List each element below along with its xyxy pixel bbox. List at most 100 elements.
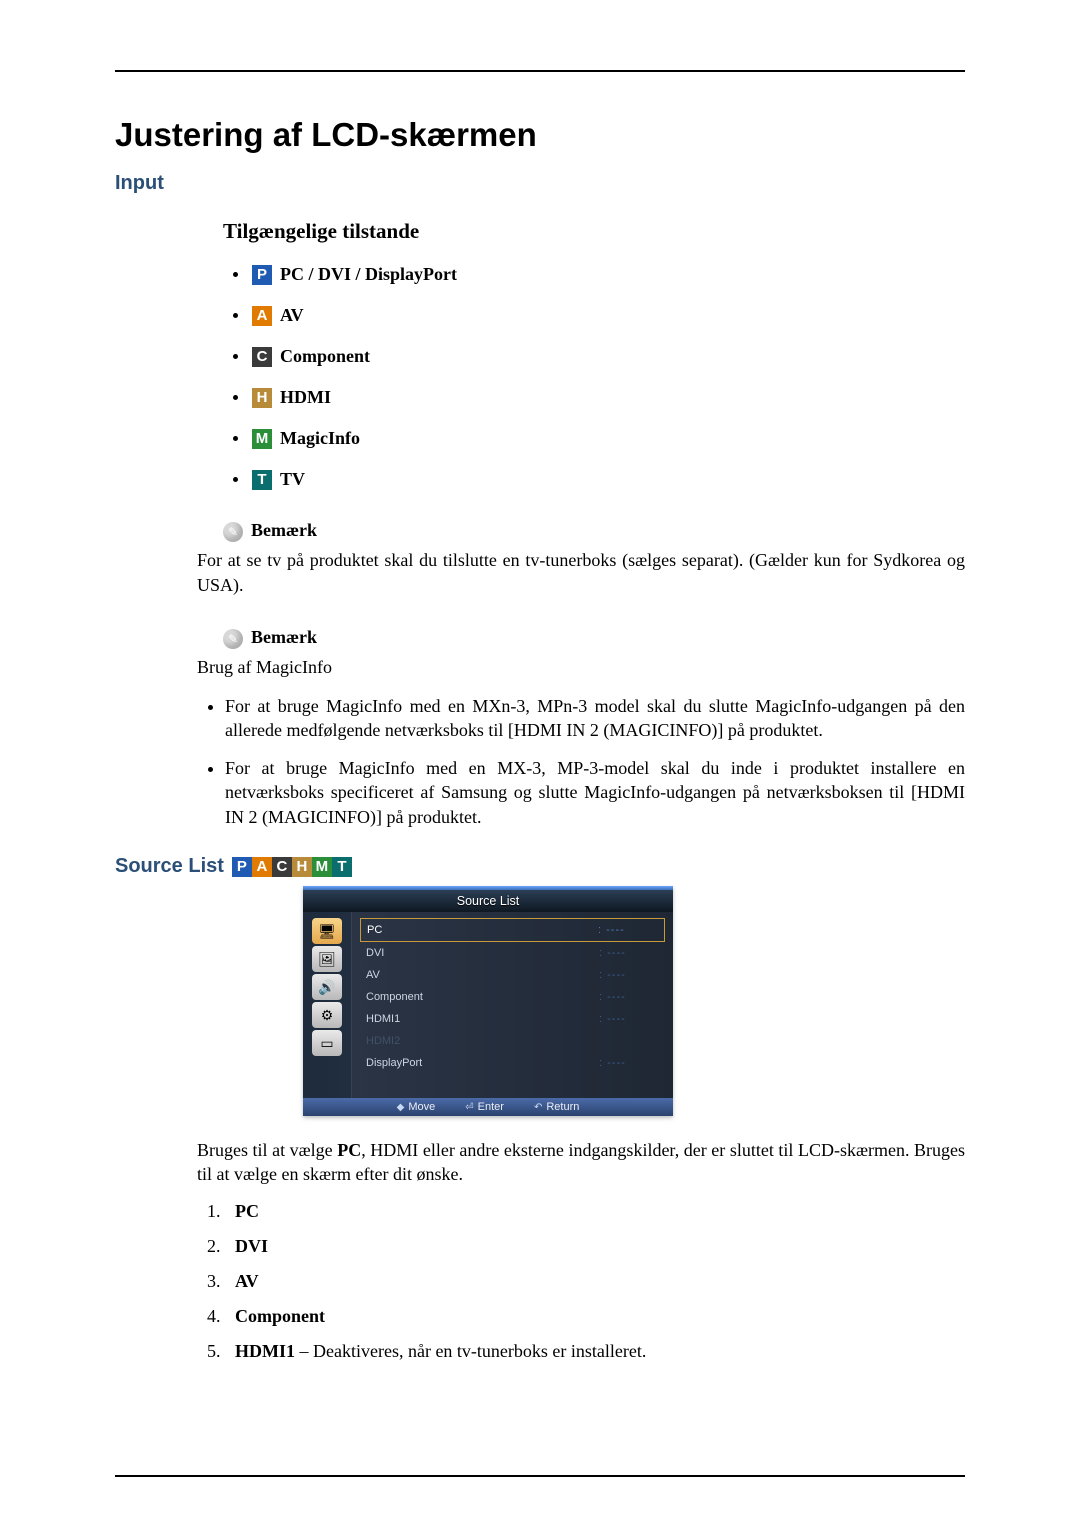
osd-hint-move: ◆Move: [397, 1101, 436, 1113]
osd-row-value: : ----: [599, 947, 659, 959]
osd-row-label: PC: [367, 924, 382, 936]
osd-row: Component: ----: [360, 986, 665, 1008]
c-icon: C: [252, 347, 272, 367]
source-list-heading-row: Source List P A C H M T: [115, 855, 965, 878]
note-label: Bemærk: [251, 627, 317, 647]
a-icon: A: [252, 857, 272, 877]
osd-row-value: [599, 1035, 659, 1047]
page: Justering af LCD-skærmen Input Tilgængel…: [0, 0, 1080, 1527]
return-icon: ↶: [534, 1102, 542, 1113]
mode-label: TV: [280, 469, 305, 490]
osd-list: PC: ----DVI: ----AV: ----Component: ----…: [351, 912, 673, 1098]
osd-screenshot: Source List 🖥 🖼 🔊 ⚙ ▭ PC: ----DVI: ----A…: [303, 886, 673, 1116]
modes-block: Tilgængelige tilstande P PC / DVI / Disp…: [223, 219, 965, 542]
note-icon: ✎: [223, 629, 243, 649]
bullet-icon: [233, 313, 238, 318]
a-icon: A: [252, 306, 272, 326]
rule-bottom: [115, 1475, 965, 1477]
note-2-intro: Brug af MagicInfo: [197, 655, 965, 679]
m-icon: M: [312, 857, 332, 877]
note-1-body: For at se tv på produktet skal du tilslu…: [197, 548, 965, 597]
note-label: Bemærk: [251, 520, 317, 540]
osd-tab-sound-icon: 🔊: [312, 974, 342, 1000]
mode-av: A AV: [233, 305, 965, 326]
enter-icon: ⏎: [465, 1102, 473, 1113]
osd-row: DVI : ----: [360, 942, 665, 964]
source-desc-block: Bruges til at vælge PC, HDMI eller andre…: [197, 1138, 965, 1362]
osd-row-label: AV: [366, 969, 380, 981]
list-item: AV: [225, 1271, 965, 1292]
mode-hdmi: H HDMI: [233, 387, 965, 408]
p-icon: P: [232, 857, 252, 877]
h-icon: H: [292, 857, 312, 877]
osd-row: PC : ----: [360, 918, 665, 942]
modes-subheading: Tilgængelige tilstande: [223, 219, 965, 244]
osd-row: HDMI2: [360, 1030, 665, 1052]
osd-row-value: : ----: [599, 1057, 659, 1069]
source-list-mode-badges: P A C H M T: [232, 857, 352, 877]
list-item: Component: [225, 1306, 965, 1327]
mode-magicinfo: M MagicInfo: [233, 428, 965, 449]
arrow-icon: ◆: [397, 1102, 405, 1113]
osd-row-value: : ----: [599, 969, 659, 981]
t-icon: T: [252, 470, 272, 490]
item-label: HDMI1: [235, 1341, 295, 1361]
source-description: Bruges til at vælge PC, HDMI eller andre…: [197, 1138, 965, 1187]
osd-hint-enter: ⏎Enter: [465, 1101, 504, 1113]
source-desc-bold: PC: [337, 1140, 361, 1160]
mode-component: C Component: [233, 346, 965, 367]
mode-label: HDMI: [280, 387, 331, 408]
note-1-header: ✎ Bemærk: [223, 520, 965, 542]
mode-label: AV: [280, 305, 304, 326]
note-2-item: For at bruge MagicInfo med en MXn-3, MPn…: [225, 694, 965, 743]
osd-tab-input-icon: 🖥: [312, 918, 342, 944]
osd-row-label: DVI: [366, 947, 384, 959]
osd-tab-multi-icon: ▭: [312, 1030, 342, 1056]
section-input-heading: Input: [115, 172, 965, 195]
osd-tab-picture-icon: 🖼: [312, 946, 342, 972]
bullet-icon: [233, 272, 238, 277]
note-2-body-block: Brug af MagicInfo For at bruge MagicInfo…: [197, 655, 965, 829]
mode-label: Component: [280, 346, 370, 367]
note-2-header: ✎ Bemærk: [223, 627, 965, 649]
source-numbered-list: PC DVI AV Component HDMI1 – Deaktiveres,…: [197, 1201, 965, 1362]
osd-row: DisplayPort : ----: [360, 1052, 665, 1074]
bullet-icon: [233, 395, 238, 400]
osd-row-label: HDMI1: [366, 1013, 400, 1025]
osd-main: 🖥 🖼 🔊 ⚙ ▭ PC: ----DVI: ----AV: ----Compo…: [303, 912, 673, 1098]
bullet-icon: [233, 354, 238, 359]
item-label: Component: [235, 1306, 325, 1326]
osd-row-label: DisplayPort: [366, 1057, 422, 1069]
note-1-body-block: For at se tv på produktet skal du tilslu…: [197, 548, 965, 597]
mode-label: PC / DVI / DisplayPort: [280, 264, 457, 285]
p-icon: P: [252, 265, 272, 285]
osd-row-label: HDMI2: [366, 1035, 400, 1047]
t-icon: T: [332, 857, 352, 877]
osd-sidebar: 🖥 🖼 🔊 ⚙ ▭: [303, 912, 351, 1098]
note-2-list: For at bruge MagicInfo med en MXn-3, MPn…: [197, 694, 965, 829]
osd-row: AV : ----: [360, 964, 665, 986]
note-icon: ✎: [223, 522, 243, 542]
item-label: DVI: [235, 1236, 268, 1256]
mode-tv: T TV: [233, 469, 965, 490]
note-2-item: For at bruge MagicInfo med en MX-3, MP-3…: [225, 756, 965, 829]
page-title: Justering af LCD-skærmen: [115, 116, 965, 154]
rule-top: [115, 70, 965, 72]
c-icon: C: [272, 857, 292, 877]
text: Bruges til at vælge: [197, 1140, 337, 1160]
m-icon: M: [252, 429, 272, 449]
list-item: HDMI1 – Deaktiveres, når en tv-tunerboks…: [225, 1341, 965, 1362]
osd-tab-setup-icon: ⚙: [312, 1002, 342, 1028]
item-label: AV: [235, 1271, 259, 1291]
item-label: PC: [235, 1201, 259, 1221]
bullet-icon: [233, 477, 238, 482]
mode-pc: P PC / DVI / DisplayPort: [233, 264, 965, 285]
osd-row-value: : ----: [599, 991, 659, 1003]
item-extra: – Deaktiveres, når en tv-tunerboks er in…: [295, 1341, 646, 1361]
osd-hint-return: ↶Return: [534, 1101, 579, 1113]
list-item: PC: [225, 1201, 965, 1222]
osd-row-value: : ----: [599, 1013, 659, 1025]
source-list-heading: Source List: [115, 855, 224, 878]
osd-row-value: : ----: [598, 924, 658, 936]
h-icon: H: [252, 388, 272, 408]
